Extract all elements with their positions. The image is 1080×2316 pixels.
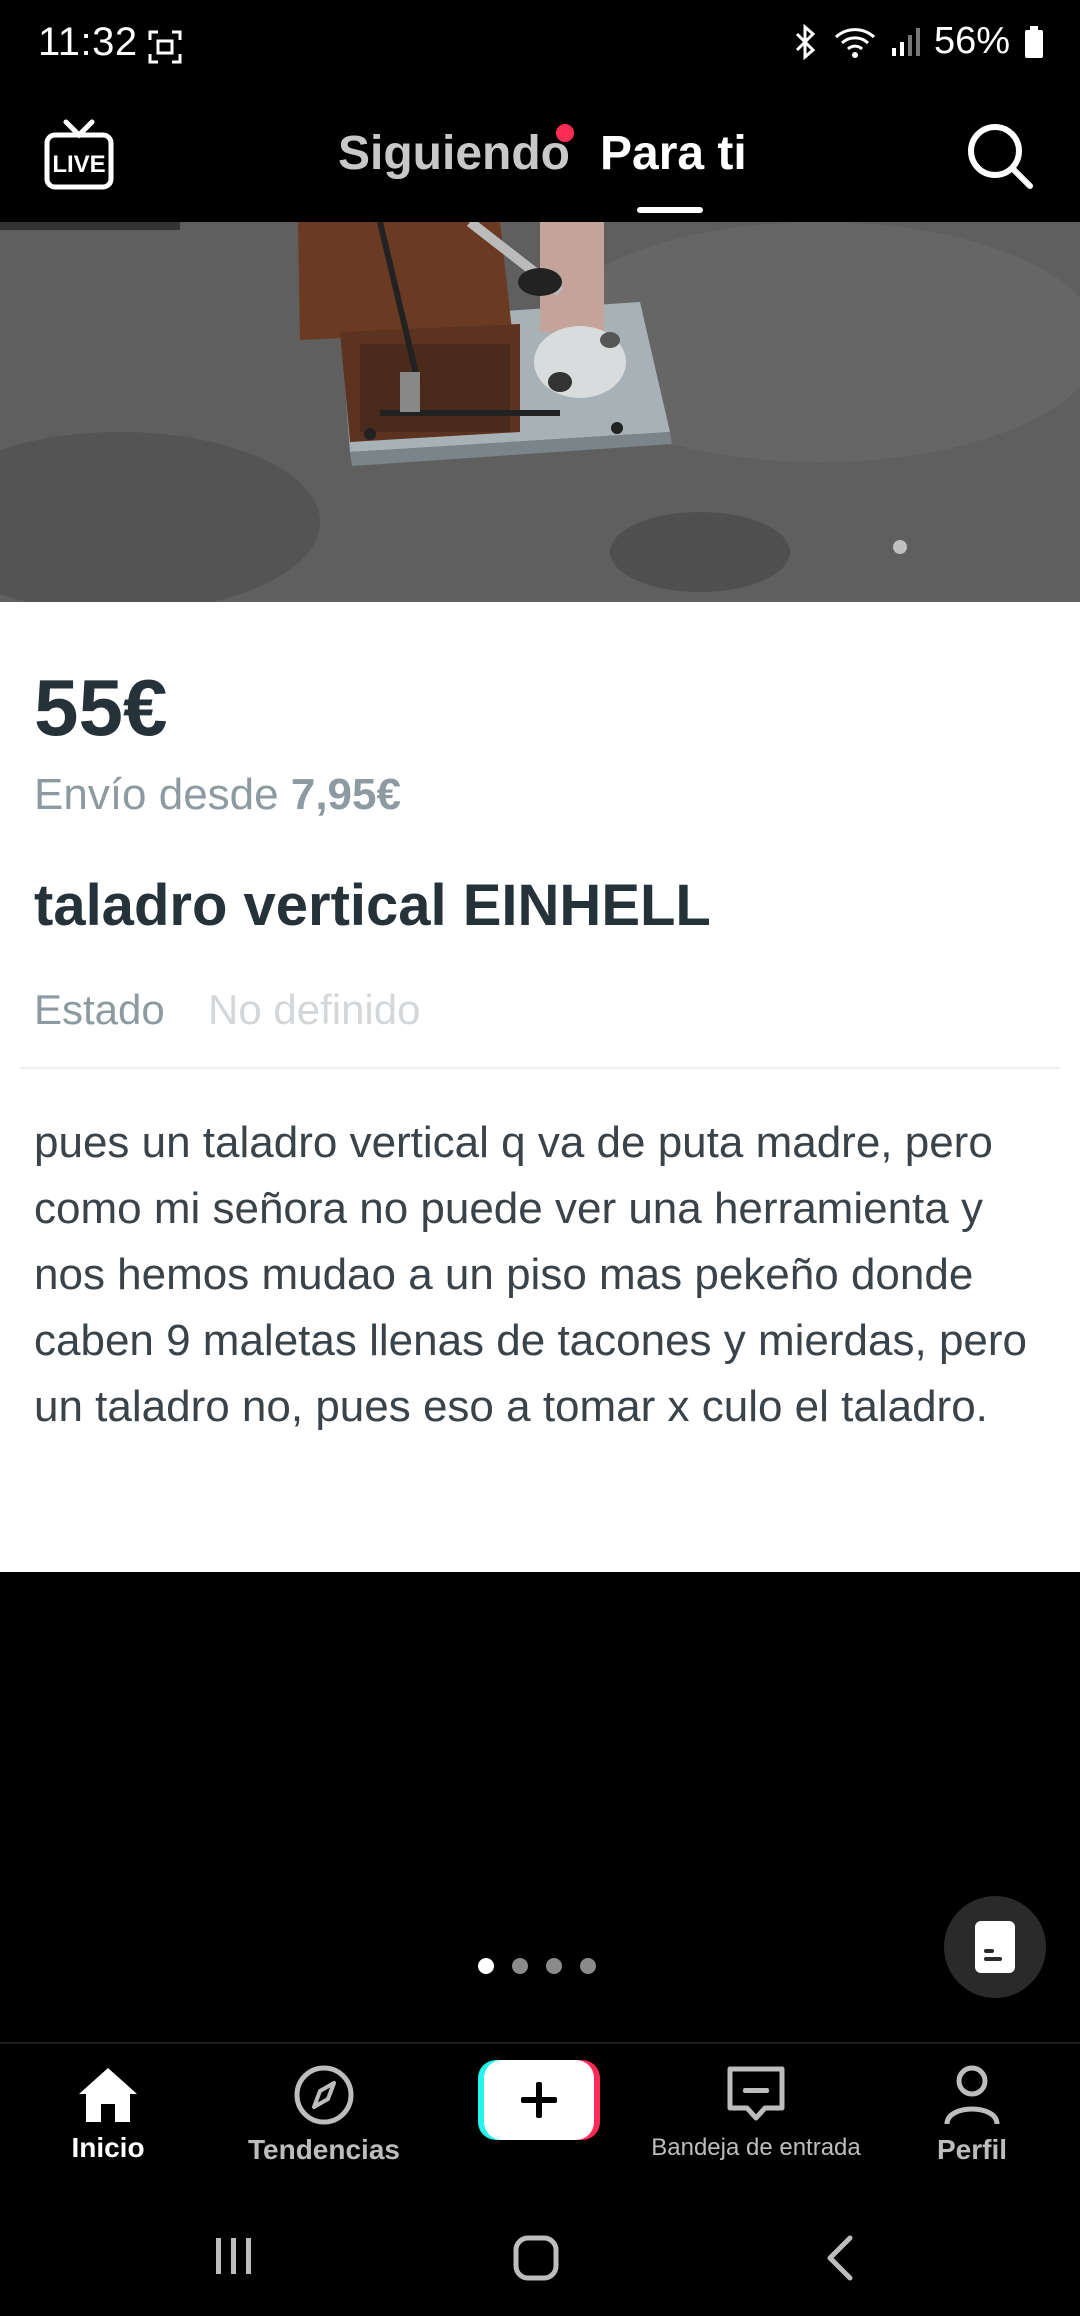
photo-indicator-dot [893,540,907,554]
nav-home-label: Inicio [71,2132,145,2163]
shipping-prefix: Envío desde [34,770,279,819]
state-label: Estado [34,986,165,1033]
note-icon [975,1921,1015,1973]
tab-active-indicator [637,207,703,213]
nav-inbox[interactable]: Bandeja de entrada [636,2064,876,2162]
search-icon[interactable] [966,122,1034,190]
compass-icon [294,2065,354,2125]
nav-profile[interactable]: Perfil [922,2064,1022,2166]
state-value: No definido [208,986,421,1033]
note-button[interactable] [944,1896,1046,1998]
screenshot-icon [148,30,182,69]
listing-title: taladro vertical EINHELL [34,873,711,938]
profile-icon [944,2065,1000,2125]
carousel-dot [546,1958,562,1974]
tab-for-you[interactable]: Para ti [600,126,747,181]
carousel-dot [580,1958,596,1974]
bottom-nav: Inicio Tendencias Bandeja de entrada Per… [0,2042,1080,2204]
status-time: 11:32 [38,20,138,64]
bluetooth-icon [792,23,820,60]
carousel-dot-active [478,1958,494,1974]
shipping-info: Envío desde 7,95€ [34,770,401,820]
carousel-dot [512,1958,528,1974]
product-photo[interactable] [0,222,1080,602]
recent-apps-icon[interactable] [212,2234,256,2278]
listing-price: 55€ [34,663,168,752]
carousel-dots [478,1958,596,1974]
listing-description: pues un taladro vertical q va de puta ma… [34,1118,1028,1431]
live-label: LIVE [52,151,105,178]
shipping-price: 7,95€ [290,770,401,819]
system-nav [0,2202,1080,2316]
battery-level: 56% [933,20,1010,62]
wifi-icon [834,25,876,59]
tab-following[interactable]: Siguiendo [338,126,570,181]
battery-icon [1024,25,1044,59]
create-button[interactable] [478,2060,600,2140]
back-icon[interactable] [820,2234,860,2282]
live-icon[interactable]: LIVE [44,118,114,194]
home-icon [79,2068,137,2122]
nav-trending-label: Tendencias [248,2134,400,2165]
signal-icon [890,26,920,58]
inbox-icon [727,2066,785,2121]
nav-inbox-label: Bandeja de entrada [651,2134,861,2161]
home-system-icon[interactable] [512,2234,560,2282]
divider [20,1067,1060,1069]
status-icons: 56% [792,20,1044,63]
nav-profile-label: Perfil [936,2134,1008,2165]
nav-trending[interactable]: Tendencias [234,2064,414,2166]
nav-home[interactable]: Inicio [58,2064,158,2164]
listing-card: 55€ Envío desde 7,95€ taladro vertical E… [0,602,1080,1572]
notification-dot [556,124,574,142]
